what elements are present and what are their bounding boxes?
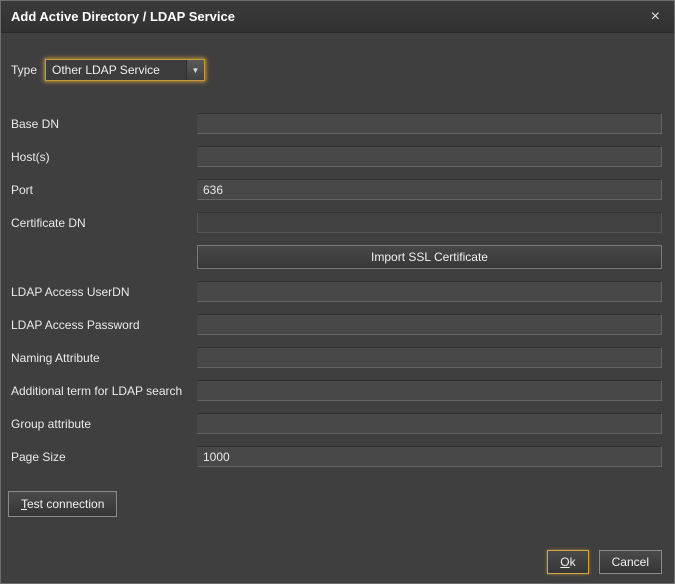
ok-button[interactable]: Ok — [547, 550, 588, 574]
port-label: Port — [11, 183, 197, 197]
page-size-label: Page Size — [11, 450, 197, 464]
form-row-import-ssl: Import SSL Certificate — [11, 245, 662, 269]
hosts-input[interactable] — [197, 146, 662, 167]
add-ldap-service-dialog: Add Active Directory / LDAP Service × Ty… — [0, 0, 675, 584]
form-row-ldap-access-userdn: LDAP Access UserDN — [11, 281, 662, 302]
test-connection-button[interactable]: Test connection — [8, 491, 117, 517]
ldap-access-password-label: LDAP Access Password — [11, 318, 197, 332]
group-attribute-label: Group attribute — [11, 417, 197, 431]
dialog-footer: Ok Cancel — [547, 550, 662, 574]
group-attribute-input[interactable] — [197, 413, 662, 434]
type-label: Type — [11, 63, 45, 77]
certificate-dn-input — [197, 212, 662, 233]
form-row-group-attribute: Group attribute — [11, 413, 662, 434]
form-row-port: Port — [11, 179, 662, 200]
test-connection-row: Test connection — [8, 491, 662, 517]
ldap-form: Base DN Host(s) Port Certificate DN Impo… — [11, 113, 662, 467]
type-row: Type Other LDAP Service ▼ — [11, 59, 662, 81]
naming-attribute-input[interactable] — [197, 347, 662, 368]
port-input[interactable] — [197, 179, 662, 200]
base-dn-input[interactable] — [197, 113, 662, 134]
page-size-input[interactable] — [197, 446, 662, 467]
dialog-titlebar: Add Active Directory / LDAP Service × — [1, 1, 674, 33]
cancel-button[interactable]: Cancel — [599, 550, 662, 574]
additional-term-label: Additional term for LDAP search — [11, 384, 197, 398]
ldap-access-userdn-label: LDAP Access UserDN — [11, 285, 197, 299]
ldap-access-password-input[interactable] — [197, 314, 662, 335]
form-row-page-size: Page Size — [11, 446, 662, 467]
base-dn-label: Base DN — [11, 117, 197, 131]
type-dropdown-value: Other LDAP Service — [46, 63, 186, 77]
form-row-hosts: Host(s) — [11, 146, 662, 167]
chevron-down-icon[interactable]: ▼ — [186, 60, 204, 80]
form-row-naming-attribute: Naming Attribute — [11, 347, 662, 368]
form-row-ldap-access-password: LDAP Access Password — [11, 314, 662, 335]
naming-attribute-label: Naming Attribute — [11, 351, 197, 365]
ldap-access-userdn-input[interactable] — [197, 281, 662, 302]
dialog-body: Type Other LDAP Service ▼ Base DN Host(s… — [1, 59, 674, 517]
certificate-dn-label: Certificate DN — [11, 216, 197, 230]
hosts-label: Host(s) — [11, 150, 197, 164]
form-row-base-dn: Base DN — [11, 113, 662, 134]
close-icon[interactable]: × — [647, 7, 664, 27]
type-dropdown[interactable]: Other LDAP Service ▼ — [45, 59, 205, 81]
dialog-title: Add Active Directory / LDAP Service — [11, 9, 647, 24]
additional-term-input[interactable] — [197, 380, 662, 401]
form-row-additional-term: Additional term for LDAP search — [11, 380, 662, 401]
import-ssl-certificate-button[interactable]: Import SSL Certificate — [197, 245, 662, 269]
form-row-certificate-dn: Certificate DN — [11, 212, 662, 233]
